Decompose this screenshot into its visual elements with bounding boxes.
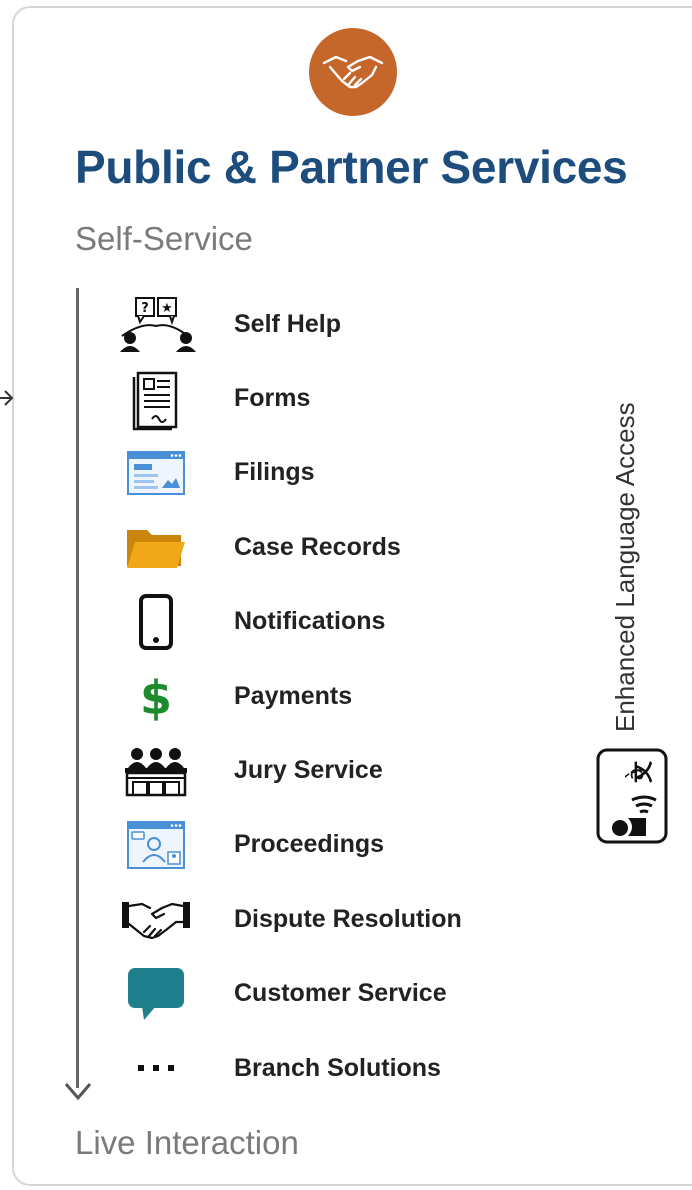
service-label: Branch Solutions — [234, 1053, 441, 1082]
form-document-icon — [108, 369, 204, 430]
service-item-notifications[interactable]: Notifications — [108, 585, 528, 659]
svg-text:★: ★ — [161, 301, 173, 316]
service-label: Proceedings — [234, 830, 385, 859]
svg-text:$: $ — [140, 671, 172, 724]
service-label: Dispute Resolution — [234, 904, 462, 933]
service-label: Forms — [234, 384, 311, 413]
service-item-case-records[interactable]: Case Records — [108, 510, 528, 584]
dollar-icon: $ — [108, 666, 204, 726]
progression-line — [76, 288, 79, 1088]
service-item-proceedings[interactable]: Proceedings — [108, 808, 528, 882]
enhanced-language-access-label: Enhanced Language Access — [610, 402, 640, 732]
service-item-branch-solutions[interactable]: Branch Solutions — [108, 1031, 528, 1105]
down-arrow-icon — [64, 1083, 92, 1101]
translation-speaker-icon: à 文 — [596, 748, 668, 844]
handshake-logo-icon — [309, 28, 397, 116]
service-label: Payments — [234, 681, 353, 710]
svg-text:文: 文 — [630, 760, 656, 783]
folder-icon — [108, 517, 204, 577]
service-item-payments[interactable]: $ Payments — [108, 659, 528, 733]
ellipsis-icon — [108, 1038, 204, 1098]
self-service-label: Self-Service — [75, 220, 253, 257]
jury-box-icon — [108, 741, 204, 801]
service-item-jury-service[interactable]: Jury Service — [108, 733, 528, 807]
service-item-customer-service[interactable]: Customer Service — [108, 957, 528, 1031]
service-item-dispute-resolution[interactable]: Dispute Resolution — [108, 882, 528, 956]
video-conference-icon — [108, 815, 204, 875]
self-help-icon: ? ★ — [108, 294, 204, 354]
service-label: Self Help — [234, 309, 341, 338]
speech-bubble-icon — [108, 964, 204, 1024]
live-interaction-label: Live Interaction — [75, 1124, 299, 1161]
service-label: Jury Service — [234, 756, 383, 785]
page-title: Public & Partner Services — [75, 141, 628, 193]
mobile-phone-icon — [108, 592, 204, 652]
service-list: ? ★ Self Help Forms Filings Case Records… — [108, 287, 528, 1105]
service-label: Case Records — [234, 532, 401, 561]
service-item-self-help[interactable]: ? ★ Self Help — [108, 287, 528, 361]
service-label: Customer Service — [234, 979, 447, 1008]
handshake-icon — [108, 889, 204, 949]
incoming-arrow-icon — [0, 390, 14, 406]
service-item-forms[interactable]: Forms — [108, 361, 528, 435]
service-label: Notifications — [234, 607, 386, 636]
svg-text:?: ? — [141, 301, 149, 316]
service-item-filings[interactable]: Filings — [108, 436, 528, 510]
browser-window-icon — [108, 443, 204, 503]
service-label: Filings — [234, 458, 315, 487]
